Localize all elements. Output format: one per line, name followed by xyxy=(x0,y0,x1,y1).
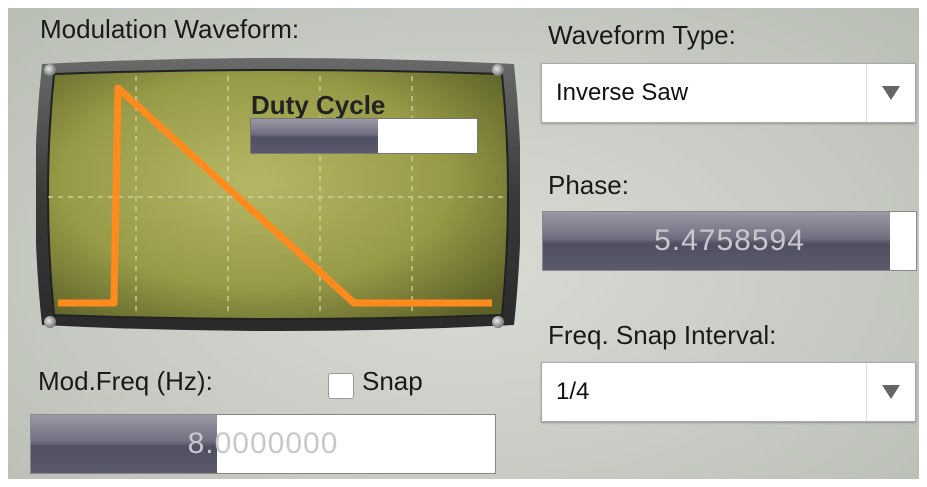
snap-checkbox[interactable] xyxy=(328,373,354,399)
modulation-waveform-label: Modulation Waveform: xyxy=(40,14,300,44)
waveform-type-dropdown[interactable]: Inverse Saw xyxy=(541,63,916,123)
modulation-panel: Modulation Waveform: Duty Cycle Waveform… xyxy=(8,8,919,479)
triangle-down-icon[interactable] xyxy=(866,64,915,122)
freq-snap-interval-value: 1/4 xyxy=(556,378,590,405)
screw-icon xyxy=(492,316,504,328)
duty-cycle-slider[interactable] xyxy=(250,118,478,154)
screw-icon xyxy=(44,64,56,76)
phase-value: 5.4758594 xyxy=(654,224,805,257)
triangle-down-icon[interactable] xyxy=(866,363,915,421)
waveform-type-value: Inverse Saw xyxy=(556,79,689,106)
mod-freq-value: 8.0000000 xyxy=(187,427,339,460)
duty-cycle-fill xyxy=(251,119,378,153)
mod-freq-slider[interactable]: 8.0000000 xyxy=(30,414,496,474)
phase-label: Phase: xyxy=(548,170,629,200)
waveform-type-label: Waveform Type: xyxy=(548,20,736,50)
freq-snap-interval-label: Freq. Snap Interval: xyxy=(548,320,777,350)
duty-cycle-label: Duty Cycle xyxy=(251,90,386,120)
snap-label: Snap xyxy=(362,366,423,396)
screw-icon xyxy=(492,64,504,76)
mod-freq-label: Mod.Freq (Hz): xyxy=(38,366,213,396)
phase-slider[interactable]: 5.4758594 xyxy=(542,211,917,271)
freq-snap-interval-dropdown[interactable]: 1/4 xyxy=(541,362,916,422)
screw-icon xyxy=(44,316,56,328)
